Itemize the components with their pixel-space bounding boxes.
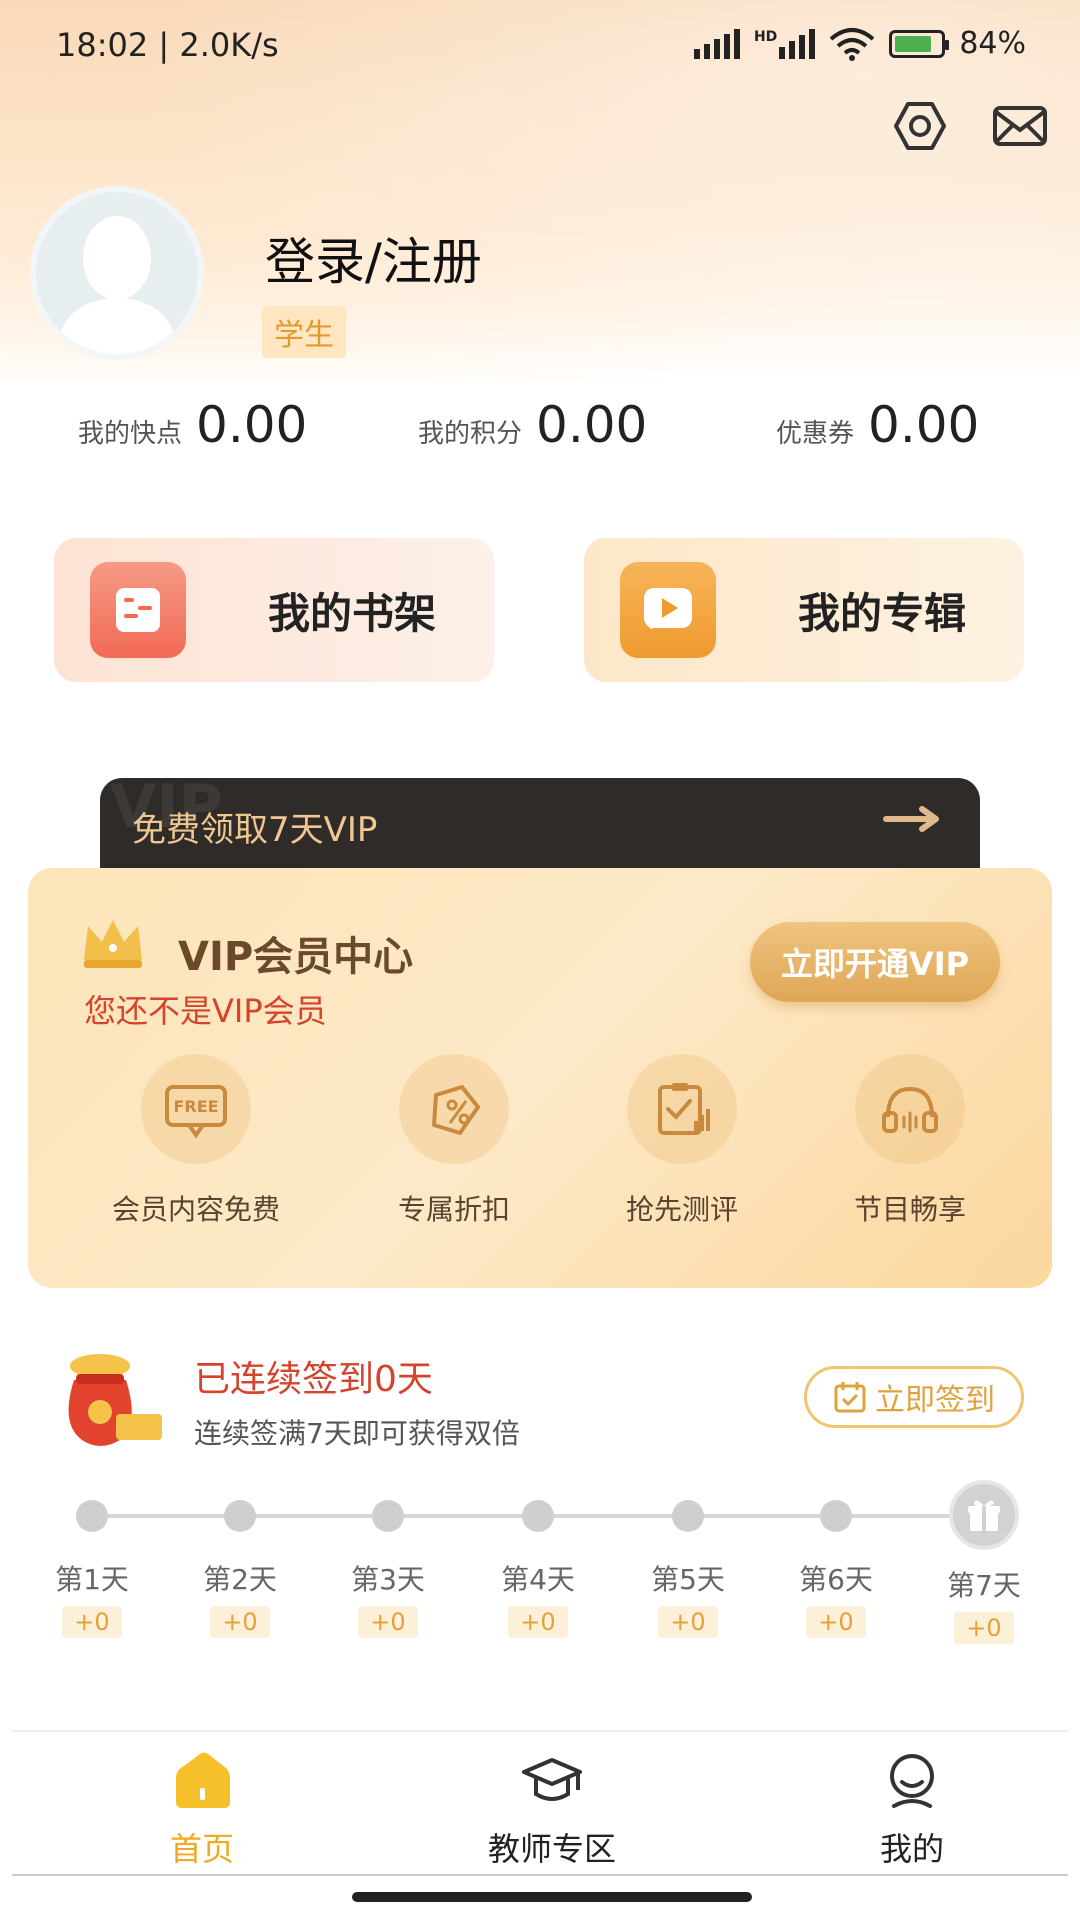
signal-icon — [693, 28, 740, 59]
tab-home[interactable]: 首页 — [102, 1748, 302, 1870]
role-tag: 学生 — [262, 306, 346, 358]
bottom-tab-bar: 首页 教师专区 我的 — [12, 1730, 1068, 1876]
mail-icon[interactable] — [990, 96, 1050, 156]
checkin-day-5: 第5天 +0 — [628, 1500, 748, 1638]
perk-free-content[interactable]: FREE 会员内容免费 — [86, 1054, 306, 1228]
stat-coupons[interactable]: 优惠券 0.00 — [776, 396, 979, 454]
free-icon: FREE — [141, 1054, 251, 1164]
open-vip-button[interactable]: 立即开通VIP — [750, 922, 1000, 1002]
tab-mine[interactable]: 我的 — [812, 1748, 1012, 1870]
clipboard-check-icon — [627, 1054, 737, 1164]
discount-icon — [399, 1054, 509, 1164]
calendar-check-icon — [834, 1382, 866, 1413]
svg-text:FREE: FREE — [173, 1097, 218, 1116]
checkin-day-1: 第1天 +0 — [32, 1500, 152, 1638]
battery-icon — [889, 29, 950, 58]
headphones-icon — [855, 1054, 965, 1164]
checkin-day-3: 第3天 +0 — [328, 1500, 448, 1638]
my-bookshelf-button[interactable]: 我的书架 — [54, 538, 494, 682]
signal-hd-icon: HD — [754, 28, 816, 59]
crown-icon — [84, 920, 142, 968]
checkin-day-7: 第7天 +0 — [924, 1480, 1044, 1644]
money-bag-icon — [68, 1354, 162, 1446]
stat-points[interactable]: 我的快点 0.00 — [78, 396, 307, 454]
free-vip-banner[interactable]: VIP 免费领取7天VIP — [100, 772, 980, 876]
stat-credits[interactable]: 我的积分 0.00 — [418, 396, 647, 454]
home-indicator — [352, 1892, 752, 1902]
album-play-icon — [620, 562, 716, 658]
status-bar: 18:02 | 2.0K/s HD 84% — [0, 0, 1080, 96]
profile-icon — [890, 1754, 934, 1808]
gift-icon — [949, 1480, 1019, 1550]
settings-icon[interactable] — [890, 96, 950, 156]
checkin-section: 已连续签到0天 连续签满7天即可获得双倍 立即签到 — [0, 1330, 1080, 1460]
arrow-right-icon — [883, 806, 939, 832]
status-time: 18:02 | 2.0K/s — [56, 26, 279, 64]
checkin-hint: 连续签满7天即可获得双倍 — [194, 1417, 520, 1450]
wifi-icon — [830, 27, 875, 61]
login-register-link[interactable]: 登录/注册 — [265, 222, 482, 294]
avatar[interactable] — [30, 186, 204, 360]
checkin-button[interactable]: 立即签到 — [804, 1366, 1024, 1428]
battery-level: 84% — [959, 26, 1026, 61]
default-avatar-icon — [56, 216, 178, 354]
tab-teacher[interactable]: 教师专区 — [452, 1748, 652, 1870]
checkin-streak: 已连续签到0天 — [194, 1359, 433, 1400]
checkin-day-2: 第2天 +0 — [180, 1500, 300, 1638]
graduation-cap-icon — [522, 1758, 582, 1801]
stats-row: 我的快点 0.00 我的积分 0.00 优惠券 0.00 — [0, 396, 1080, 466]
checkin-day-4: 第4天 +0 — [478, 1500, 598, 1638]
vip-center-card: VIP会员中心 您还不是VIP会员 立即开通VIP FREE 会员内容免费 专属… — [28, 868, 1052, 1288]
perk-discount[interactable]: 专属折扣 — [344, 1054, 564, 1228]
my-album-button[interactable]: 我的专辑 — [584, 538, 1024, 682]
perk-early-review[interactable]: 抢先测评 — [572, 1054, 792, 1228]
vip-title: VIP会员中心 — [178, 934, 414, 980]
vip-status: 您还不是VIP会员 — [84, 992, 327, 1030]
perk-programs[interactable]: 节目畅享 — [800, 1054, 1020, 1228]
checkin-day-6: 第6天 +0 — [776, 1500, 896, 1638]
home-icon — [176, 1752, 230, 1808]
bookshelf-icon — [90, 562, 186, 658]
